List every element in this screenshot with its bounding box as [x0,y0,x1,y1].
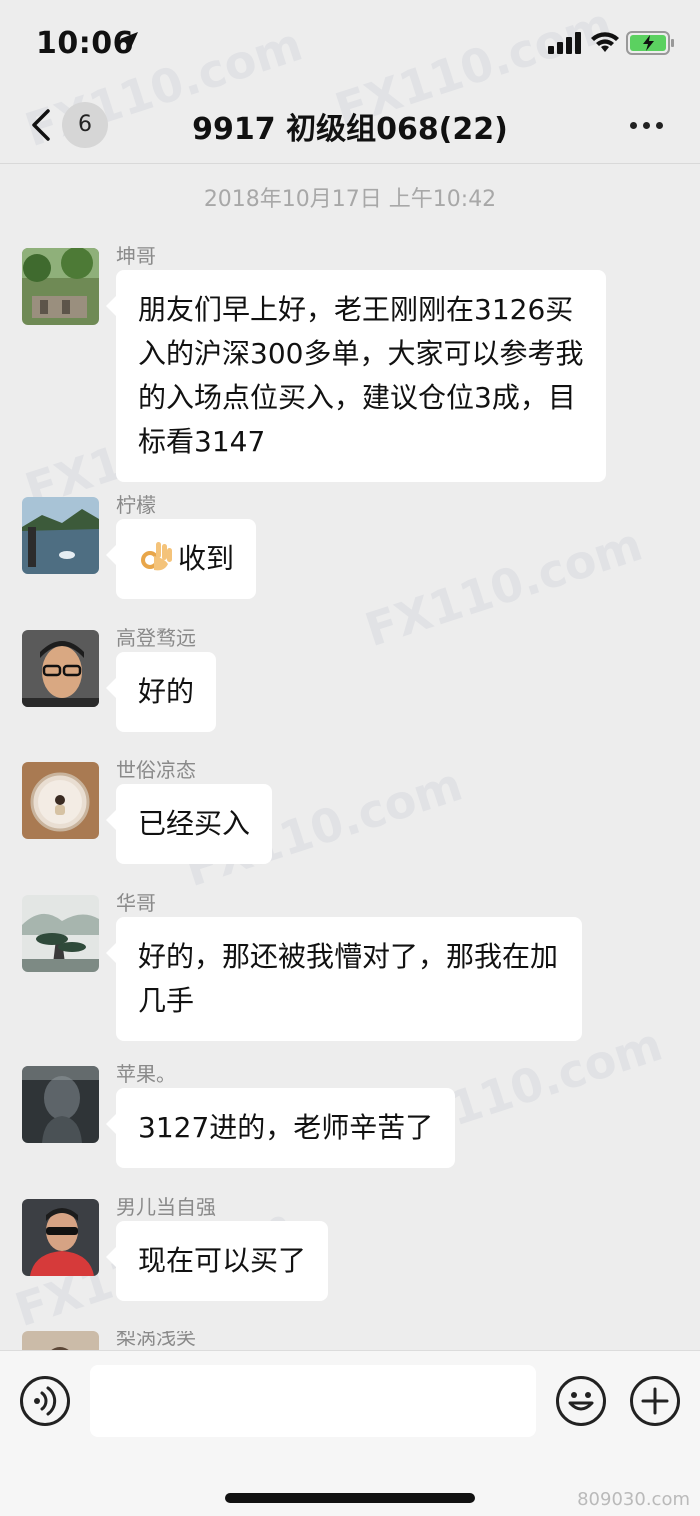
smiley-icon [568,1392,594,1411]
sender-name: 苹果。 [116,1062,176,1086]
more-dot-icon [656,122,663,129]
message-bubble[interactable]: 收到 [105,519,257,599]
message-timestamp: 2018年10月17日 上午10:42 [203,187,497,212]
voice-input-button[interactable] [20,1376,70,1426]
avatar[interactable] [22,1331,99,1350]
message-bubble[interactable]: 好的，那还被我懵对了，那我在加几手 [106,917,582,1041]
sender-name: 华哥 [116,891,156,915]
chat-header: 6 9917 初级组068(22) [0,88,700,164]
sender-name: 柠檬 [116,493,156,517]
message-bubble[interactable]: 现在可以买了 [105,1221,329,1301]
avatar[interactable] [22,1066,99,1143]
message-bubble[interactable]: 朋友们早上好，老王刚刚在3126买入的沪深300多单，大家可以参考我的入场点位买… [106,270,606,482]
chat-message: 梨涡浅笑 [0,1331,700,1350]
wifi-icon [591,32,619,52]
watermark: FX110.com [358,516,649,658]
more-dot-icon [630,122,637,129]
home-indicator [225,1493,475,1503]
back-button[interactable]: 6 [26,102,116,148]
avatar[interactable] [22,762,99,839]
sender-name: 梨涡浅笑 [116,1331,196,1349]
status-bar: 10:06 [0,0,700,88]
message-bubble[interactable]: 已经买入 [105,784,273,864]
message-text: 收到 [178,542,235,575]
message-bubble[interactable]: 3127进的，老师辛苦了 [105,1088,456,1168]
avatar[interactable] [22,248,99,325]
avatar[interactable] [22,497,99,574]
battery-charging-icon [626,31,674,55]
more-dot-icon [643,122,650,129]
emoji-button[interactable] [556,1376,606,1426]
chevron-left-icon [32,109,50,141]
avatar[interactable] [22,630,99,707]
plus-icon [641,1387,669,1415]
unread-count-badge: 6 [62,102,108,148]
avatar[interactable] [22,895,99,972]
sender-name: 男儿当自强 [116,1195,216,1219]
location-arrow-icon [120,32,138,50]
chat-title: 9917 初级组068(22) [192,112,508,147]
more-functions-button[interactable] [630,1376,680,1426]
sender-name: 世俗凉态 [116,758,196,782]
sender-name: 坤哥 [116,244,156,268]
cellular-signal-icon [548,32,581,54]
message-bubble[interactable]: 好的 [105,652,217,732]
ok-hand-icon [141,542,172,571]
sender-name: 高登骛远 [116,626,196,650]
site-watermark: 809030.com [577,1489,690,1510]
message-input[interactable] [90,1365,536,1437]
voice-wave-icon [34,1386,57,1416]
avatar[interactable] [22,1199,99,1276]
more-options-button[interactable] [626,110,666,140]
